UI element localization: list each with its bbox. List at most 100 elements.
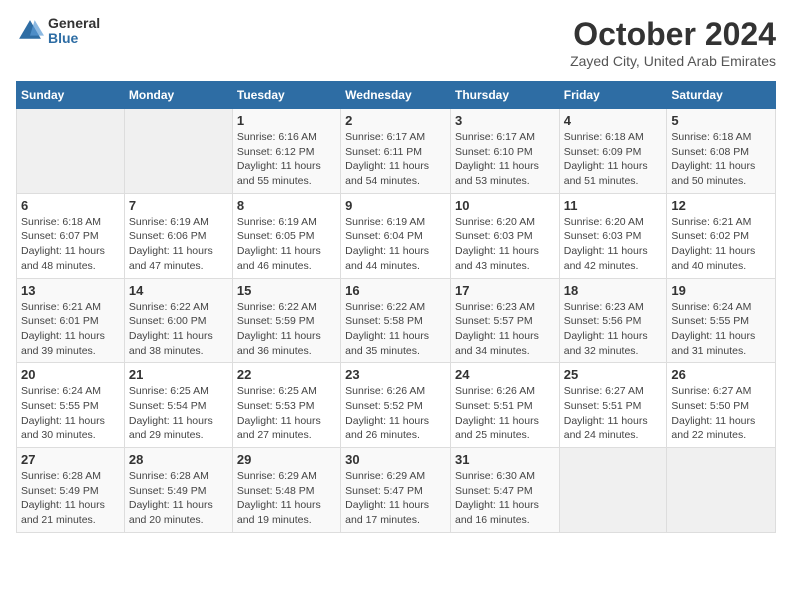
calendar-cell xyxy=(124,109,232,194)
logo: General Blue xyxy=(16,16,100,47)
calendar-cell: 23 Sunrise: 6:26 AM Sunset: 5:52 PM Dayli… xyxy=(341,363,451,448)
calendar-cell: 11 Sunrise: 6:20 AM Sunset: 6:03 PM Dayli… xyxy=(559,193,667,278)
calendar-cell: 25 Sunrise: 6:27 AM Sunset: 5:51 PM Dayli… xyxy=(559,363,667,448)
day-number: 11 xyxy=(564,198,663,213)
day-number: 17 xyxy=(455,283,555,298)
header-cell-wednesday: Wednesday xyxy=(341,82,451,109)
month-title: October 2024 xyxy=(570,16,776,53)
day-number: 10 xyxy=(455,198,555,213)
day-number: 13 xyxy=(21,283,120,298)
calendar-cell: 22 Sunrise: 6:25 AM Sunset: 5:53 PM Dayli… xyxy=(232,363,340,448)
calendar-cell: 28 Sunrise: 6:28 AM Sunset: 5:49 PM Dayli… xyxy=(124,448,232,533)
calendar-cell xyxy=(667,448,776,533)
day-number: 14 xyxy=(129,283,228,298)
cell-content: Sunrise: 6:23 AM Sunset: 5:56 PM Dayligh… xyxy=(564,300,663,359)
page-header: General Blue October 2024 Zayed City, Un… xyxy=(16,16,776,69)
day-number: 31 xyxy=(455,452,555,467)
day-number: 15 xyxy=(237,283,336,298)
cell-content: Sunrise: 6:20 AM Sunset: 6:03 PM Dayligh… xyxy=(564,215,663,274)
header-row: SundayMondayTuesdayWednesdayThursdayFrid… xyxy=(17,82,776,109)
day-number: 9 xyxy=(345,198,446,213)
header-cell-thursday: Thursday xyxy=(450,82,559,109)
week-row-4: 27 Sunrise: 6:28 AM Sunset: 5:49 PM Dayli… xyxy=(17,448,776,533)
cell-content: Sunrise: 6:28 AM Sunset: 5:49 PM Dayligh… xyxy=(21,469,120,528)
calendar-cell: 29Sunrise: 6:29 AM Sunset: 5:48 PM Dayli… xyxy=(232,448,340,533)
calendar-cell: 12 Sunrise: 6:21 AM Sunset: 6:02 PM Dayli… xyxy=(667,193,776,278)
calendar-cell: 18 Sunrise: 6:23 AM Sunset: 5:56 PM Dayli… xyxy=(559,278,667,363)
day-number: 18 xyxy=(564,283,663,298)
calendar-cell: 6 Sunrise: 6:18 AM Sunset: 6:07 PM Daylig… xyxy=(17,193,125,278)
cell-content: Sunrise: 6:18 AM Sunset: 6:09 PM Dayligh… xyxy=(564,130,663,189)
calendar-cell: 20 Sunrise: 6:24 AM Sunset: 5:55 PM Dayli… xyxy=(17,363,125,448)
day-number: 6 xyxy=(21,198,120,213)
day-number: 23 xyxy=(345,367,446,382)
cell-content: Sunrise: 6:16 AM Sunset: 6:12 PM Dayligh… xyxy=(237,130,336,189)
week-row-2: 13 Sunrise: 6:21 AM Sunset: 6:01 PM Dayli… xyxy=(17,278,776,363)
calendar-cell: 3Sunrise: 6:17 AM Sunset: 6:10 PM Daylig… xyxy=(450,109,559,194)
cell-content: Sunrise: 6:28 AM Sunset: 5:49 PM Dayligh… xyxy=(129,469,228,528)
calendar-table: SundayMondayTuesdayWednesdayThursdayFrid… xyxy=(16,81,776,533)
day-number: 19 xyxy=(671,283,771,298)
header-cell-monday: Monday xyxy=(124,82,232,109)
day-number: 12 xyxy=(671,198,771,213)
cell-content: Sunrise: 6:19 AM Sunset: 6:05 PM Dayligh… xyxy=(237,215,336,274)
calendar-cell: 21Sunrise: 6:25 AM Sunset: 5:54 PM Dayli… xyxy=(124,363,232,448)
cell-content: Sunrise: 6:25 AM Sunset: 5:53 PM Dayligh… xyxy=(237,384,336,443)
cell-content: Sunrise: 6:29 AM Sunset: 5:47 PM Dayligh… xyxy=(345,469,446,528)
header-cell-tuesday: Tuesday xyxy=(232,82,340,109)
calendar-cell: 19Sunrise: 6:24 AM Sunset: 5:55 PM Dayli… xyxy=(667,278,776,363)
calendar-body: 1Sunrise: 6:16 AM Sunset: 6:12 PM Daylig… xyxy=(17,109,776,533)
calendar-cell: 4 Sunrise: 6:18 AM Sunset: 6:09 PM Daylig… xyxy=(559,109,667,194)
calendar-cell: 7Sunrise: 6:19 AM Sunset: 6:06 PM Daylig… xyxy=(124,193,232,278)
calendar-cell: 13 Sunrise: 6:21 AM Sunset: 6:01 PM Dayli… xyxy=(17,278,125,363)
day-number: 5 xyxy=(671,113,771,128)
calendar-cell: 1Sunrise: 6:16 AM Sunset: 6:12 PM Daylig… xyxy=(232,109,340,194)
day-number: 22 xyxy=(237,367,336,382)
cell-content: Sunrise: 6:21 AM Sunset: 6:02 PM Dayligh… xyxy=(671,215,771,274)
day-number: 2 xyxy=(345,113,446,128)
cell-content: Sunrise: 6:17 AM Sunset: 6:10 PM Dayligh… xyxy=(455,130,555,189)
cell-content: Sunrise: 6:27 AM Sunset: 5:51 PM Dayligh… xyxy=(564,384,663,443)
day-number: 26 xyxy=(671,367,771,382)
day-number: 28 xyxy=(129,452,228,467)
day-number: 8 xyxy=(237,198,336,213)
day-number: 27 xyxy=(21,452,120,467)
cell-content: Sunrise: 6:22 AM Sunset: 6:00 PM Dayligh… xyxy=(129,300,228,359)
calendar-cell: 16Sunrise: 6:22 AM Sunset: 5:58 PM Dayli… xyxy=(341,278,451,363)
calendar-cell: 5 Sunrise: 6:18 AM Sunset: 6:08 PM Daylig… xyxy=(667,109,776,194)
day-number: 20 xyxy=(21,367,120,382)
calendar-cell: 15 Sunrise: 6:22 AM Sunset: 5:59 PM Dayli… xyxy=(232,278,340,363)
week-row-1: 6 Sunrise: 6:18 AM Sunset: 6:07 PM Daylig… xyxy=(17,193,776,278)
day-number: 21 xyxy=(129,367,228,382)
cell-content: Sunrise: 6:22 AM Sunset: 5:59 PM Dayligh… xyxy=(237,300,336,359)
calendar-cell: 9 Sunrise: 6:19 AM Sunset: 6:04 PM Daylig… xyxy=(341,193,451,278)
cell-content: Sunrise: 6:26 AM Sunset: 5:52 PM Dayligh… xyxy=(345,384,446,443)
cell-content: Sunrise: 6:18 AM Sunset: 6:07 PM Dayligh… xyxy=(21,215,120,274)
cell-content: Sunrise: 6:18 AM Sunset: 6:08 PM Dayligh… xyxy=(671,130,771,189)
cell-content: Sunrise: 6:27 AM Sunset: 5:50 PM Dayligh… xyxy=(671,384,771,443)
week-row-0: 1Sunrise: 6:16 AM Sunset: 6:12 PM Daylig… xyxy=(17,109,776,194)
calendar-header: SundayMondayTuesdayWednesdayThursdayFrid… xyxy=(17,82,776,109)
location-subtitle: Zayed City, United Arab Emirates xyxy=(570,53,776,69)
cell-content: Sunrise: 6:19 AM Sunset: 6:06 PM Dayligh… xyxy=(129,215,228,274)
header-cell-saturday: Saturday xyxy=(667,82,776,109)
logo-general-text: General xyxy=(48,16,100,31)
header-cell-sunday: Sunday xyxy=(17,82,125,109)
cell-content: Sunrise: 6:29 AM Sunset: 5:48 PM Dayligh… xyxy=(237,469,336,528)
cell-content: Sunrise: 6:19 AM Sunset: 6:04 PM Dayligh… xyxy=(345,215,446,274)
calendar-cell: 31 Sunrise: 6:30 AM Sunset: 5:47 PM Dayli… xyxy=(450,448,559,533)
cell-content: Sunrise: 6:24 AM Sunset: 5:55 PM Dayligh… xyxy=(21,384,120,443)
logo-blue-text: Blue xyxy=(48,31,100,46)
cell-content: Sunrise: 6:20 AM Sunset: 6:03 PM Dayligh… xyxy=(455,215,555,274)
calendar-cell: 10 Sunrise: 6:20 AM Sunset: 6:03 PM Dayli… xyxy=(450,193,559,278)
title-block: October 2024 Zayed City, United Arab Emi… xyxy=(570,16,776,69)
cell-content: Sunrise: 6:21 AM Sunset: 6:01 PM Dayligh… xyxy=(21,300,120,359)
day-number: 25 xyxy=(564,367,663,382)
week-row-3: 20 Sunrise: 6:24 AM Sunset: 5:55 PM Dayli… xyxy=(17,363,776,448)
logo-icon xyxy=(16,17,44,45)
cell-content: Sunrise: 6:30 AM Sunset: 5:47 PM Dayligh… xyxy=(455,469,555,528)
cell-content: Sunrise: 6:17 AM Sunset: 6:11 PM Dayligh… xyxy=(345,130,446,189)
day-number: 4 xyxy=(564,113,663,128)
calendar-cell: 27 Sunrise: 6:28 AM Sunset: 5:49 PM Dayli… xyxy=(17,448,125,533)
header-cell-friday: Friday xyxy=(559,82,667,109)
